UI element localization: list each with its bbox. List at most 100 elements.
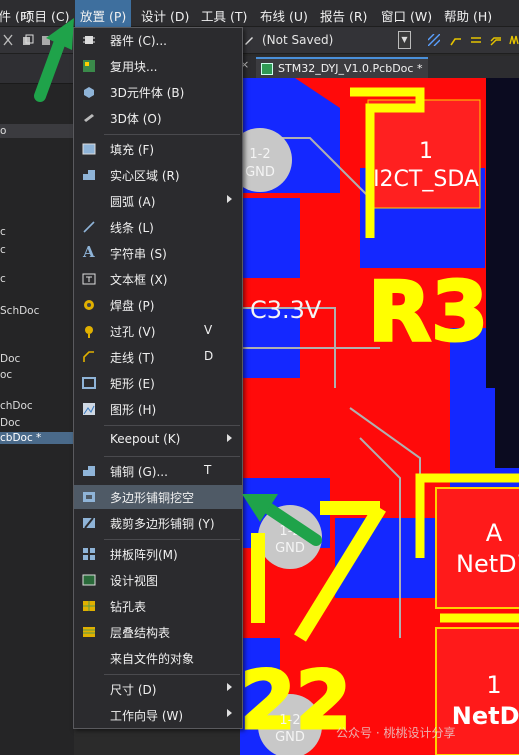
place-menu: 器件 (C)... 复用块... 3D元件体 (B) 3D体 (O) 填充 (F… (73, 27, 243, 729)
menu-item-label: 钻孔表 (110, 600, 147, 614)
project-tree-item[interactable]: c (0, 226, 6, 238)
route-icon[interactable] (450, 34, 462, 46)
pcb-document-icon (261, 63, 273, 75)
pad-number: 1-2 (279, 713, 300, 728)
menu-item-string[interactable]: A 字符串 (S) (74, 241, 242, 265)
project-tree-item[interactable]: SchDoc (0, 305, 39, 317)
pad-number: 1 (486, 671, 501, 699)
menu-item-fill[interactable]: 填充 (F) (74, 137, 242, 161)
menu-item-arc[interactable]: 圆弧 (A) (74, 189, 242, 213)
menu-item-component[interactable]: 器件 (C)... (74, 28, 242, 52)
rectangle-icon (82, 377, 96, 389)
project-tree-item[interactable]: Doc (0, 417, 20, 429)
chevron-down-icon[interactable]: ▼ (398, 31, 411, 49)
menu-help[interactable]: 帮助 (H) (444, 6, 492, 25)
panel-column-header (0, 124, 74, 138)
menu-separator (104, 425, 240, 426)
menu-item-line[interactable]: 线条 (L) (74, 215, 242, 239)
line-icon (83, 221, 95, 233)
menu-item-graphic[interactable]: 图形 (H) (74, 397, 242, 421)
menu-separator (104, 539, 240, 540)
menu-item-work-guide[interactable]: 工作向导 (W) (74, 703, 242, 727)
menu-item-polygon-cutout[interactable]: 多边形铺铜挖空 (74, 485, 242, 509)
variant-select[interactable]: (Not Saved) (262, 33, 333, 47)
menu-item-3d-body[interactable]: 3D元件体 (B) (74, 80, 242, 104)
project-tree-item[interactable]: chDoc (0, 400, 33, 412)
menu-item-pad[interactable]: 焊盘 (P) (74, 293, 242, 317)
board-gap (486, 78, 519, 388)
submenu-arrow-icon (227, 683, 232, 691)
project-tree-item[interactable]: o (0, 125, 6, 137)
project-tree-item-selected[interactable]: cbDoc * (0, 432, 74, 444)
project-tree-item[interactable]: c (0, 273, 6, 285)
menu-item-text-frame[interactable]: 文本框 (X) (74, 267, 242, 291)
menu-reports[interactable]: 报告 (R) (320, 6, 367, 25)
fill-icon (82, 143, 96, 155)
net-label: C3.3V (250, 296, 322, 324)
menu-item-label: 铺铜 (G)... (110, 465, 168, 479)
menu-item-label: 线条 (L) (110, 221, 154, 235)
project-tree-item[interactable]: Doc (0, 353, 20, 365)
project-tree-item[interactable]: oc (0, 369, 12, 381)
menu-item-label: 焊盘 (P) (110, 299, 155, 313)
submenu-arrow-icon (227, 195, 232, 203)
pcb-canvas[interactable]: 1-2 GND 1 I2CT_SDA R3 C3.3V 1-2 GND A Ne… (240, 78, 519, 755)
slice-polygon-icon (83, 517, 95, 529)
project-tree-item[interactable]: c (0, 244, 6, 256)
pad-net: GND (275, 730, 305, 745)
embedded-board-array-icon (83, 548, 95, 560)
menu-item-label: 矩形 (E) (110, 377, 155, 391)
pad-net: NetD7 (456, 550, 519, 578)
designator-label: R3 (368, 265, 488, 360)
menu-item-board-array[interactable]: 拼板阵列(M) (74, 542, 242, 566)
multi-route-icon[interactable] (490, 34, 502, 46)
polygon-cutout-icon (83, 492, 95, 502)
menu-item-dimension[interactable]: 尺寸 (D) (74, 677, 242, 701)
menu-item-label: 过孔 (V) (110, 325, 156, 339)
menu-item-polygon-pour[interactable]: 铺铜 (G)... T (74, 459, 242, 483)
menu-item-layer-stack-table[interactable]: 层叠结构表 (74, 620, 242, 644)
annotation-arrow-up-icon (34, 18, 74, 102)
menu-item-design-view[interactable]: 设计视图 (74, 568, 242, 592)
menu-item-label: 尺寸 (D) (110, 683, 157, 697)
3d-solid-icon (84, 114, 94, 122)
diff-pair-icon[interactable] (470, 34, 482, 46)
menu-item-keepout[interactable]: Keepout (K) (74, 428, 242, 452)
graphic-icon (83, 403, 95, 415)
pad-net: GND (245, 165, 275, 180)
menu-item-label: 3D体 (O) (110, 112, 162, 126)
menu-item-label: 复用块... (110, 60, 158, 74)
pad-net: I2CT_SDA (373, 167, 479, 192)
menu-item-label: 拼板阵列(M) (110, 548, 178, 562)
via-icon (85, 326, 93, 338)
menu-item-slice-polygon[interactable]: 裁剪多边形铺铜 (Y) (74, 511, 242, 535)
menu-item-drill-table[interactable]: 钻孔表 (74, 594, 242, 618)
menu-item-via[interactable]: 过孔 (V) V (74, 319, 242, 343)
menu-design[interactable]: 设计 (D) (141, 6, 189, 25)
menu-item-rectangle[interactable]: 矩形 (E) (74, 371, 242, 395)
menu-route[interactable]: 布线 (U) (260, 6, 308, 25)
menu-item-track[interactable]: 走线 (T) D (74, 345, 242, 369)
top-copper-region (240, 378, 430, 478)
menu-item-reuse-block[interactable]: 复用块... (74, 54, 242, 78)
menu-tools[interactable]: 工具 (T) (201, 6, 247, 25)
menu-item-shortcut: T (204, 463, 212, 477)
pencil-icon[interactable] (243, 34, 255, 46)
menu-item-object-from-file[interactable]: 来自文件的对象 (74, 646, 242, 670)
tab-pcbdoc[interactable]: STM32_DYJ_V1.0.PcbDoc * (256, 57, 429, 78)
pad-icon (84, 300, 94, 310)
hatch-icon[interactable] (428, 34, 440, 46)
projects-panel: o c c c SchDoc Doc oc chDoc Doc cbDoc * (0, 54, 74, 755)
menu-item-solid-region[interactable]: 实心区域 (R) (74, 163, 242, 187)
menu-item-label: 多边形铺铜挖空 (110, 491, 195, 505)
board-gap (495, 388, 519, 468)
menu-item-3d-solid[interactable]: 3D体 (O) (74, 106, 242, 130)
menu-window[interactable]: 窗口 (W) (381, 6, 432, 25)
menu-item-label: 实心区域 (R) (110, 169, 180, 183)
bottom-copper-region (240, 198, 300, 278)
solid-region-icon (83, 170, 95, 180)
tune-icon[interactable] (509, 34, 519, 46)
menu-item-label: 来自文件的对象 (110, 652, 195, 666)
menu-item-label: 图形 (H) (110, 403, 157, 417)
cut-icon[interactable] (2, 34, 14, 46)
